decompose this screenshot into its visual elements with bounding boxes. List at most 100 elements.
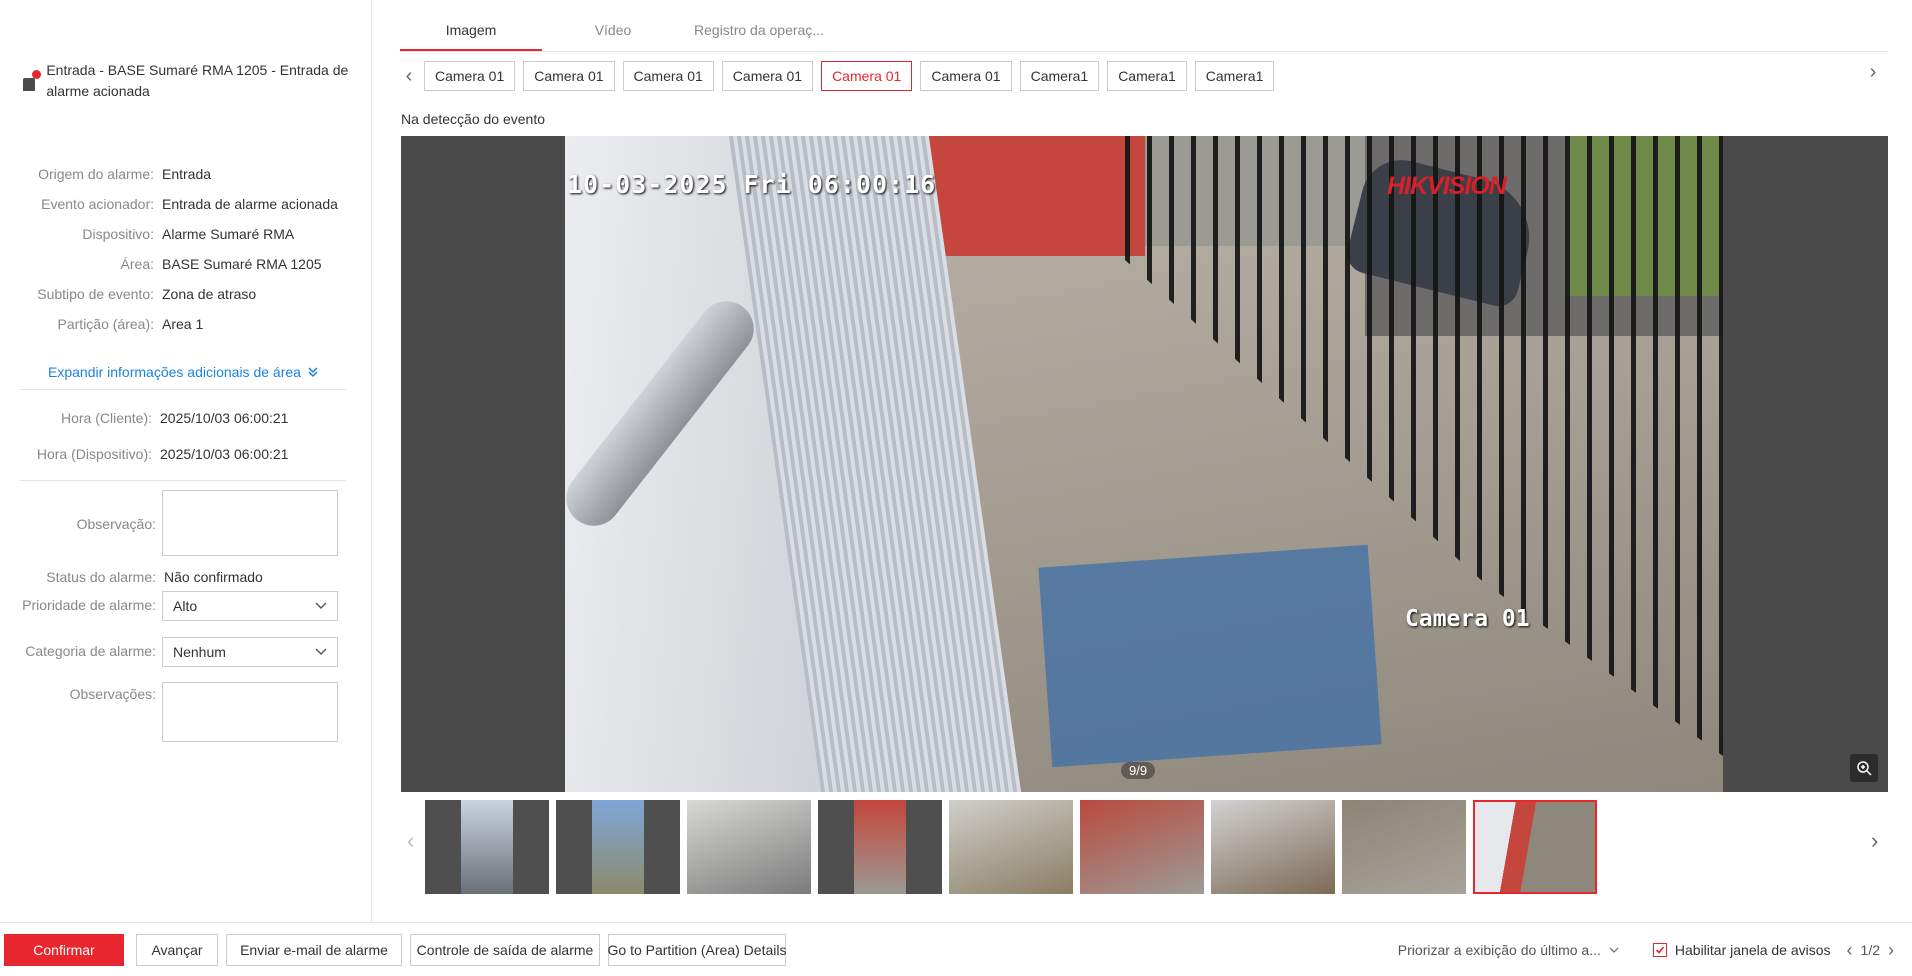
enable-popup-label: Habilitar janela de avisos xyxy=(1674,942,1831,958)
tab-video[interactable]: Vídeo xyxy=(542,14,684,51)
alarm-header: Entrada - BASE Sumaré RMA 1205 - Entrada… xyxy=(20,60,350,102)
priority-row: Prioridade de alarme: Alto xyxy=(0,591,372,621)
thumbnail[interactable] xyxy=(818,800,942,894)
content-tabs: Imagem Vídeo Registro da operaç... xyxy=(400,14,1888,52)
detail-value: Entrada xyxy=(162,166,212,182)
priority-value: Alto xyxy=(173,598,198,614)
detail-value: Alarme Sumaré RMA xyxy=(162,226,295,242)
detail-label: Partição (área): xyxy=(57,316,154,332)
image-viewer[interactable]: 10-03-2025 Fri 06:00:16 HIKVISION Camera… xyxy=(401,136,1888,792)
category-value: Nenhum xyxy=(173,644,226,660)
time-row-client: Hora (Cliente): 2025/10/03 06:00:21 xyxy=(0,409,372,427)
time-label: Hora (Dispositivo): xyxy=(36,446,152,462)
detail-row-partition: Partição (área): Area 1 xyxy=(0,315,372,333)
thumbnail[interactable] xyxy=(556,800,680,894)
partition-details-button[interactable]: Go to Partition (Area) Details xyxy=(608,933,786,966)
observation-row: Observação: xyxy=(0,490,372,556)
confirm-button[interactable]: Confirmar xyxy=(4,933,124,966)
chevron-down-icon xyxy=(1609,947,1619,953)
chevron-left-icon[interactable]: ‹ xyxy=(1847,940,1853,961)
detail-row-origin: Origem do alarme: Entrada xyxy=(0,165,372,183)
osd-timestamp: 10-03-2025 Fri 06:00:16 xyxy=(567,170,937,199)
action-bar: Confirmar Avançar Enviar e-mail de alarm… xyxy=(0,922,1912,976)
chevron-right-icon[interactable]: › xyxy=(1871,828,1878,854)
event-moment-label: Na detecção do evento xyxy=(401,111,545,127)
remarks-textarea[interactable] xyxy=(162,682,338,742)
send-email-button[interactable]: Enviar e-mail de alarme xyxy=(226,933,402,966)
camera-button[interactable]: Camera 01 xyxy=(622,61,714,91)
chevron-right-icon[interactable]: › xyxy=(1888,940,1894,961)
divider xyxy=(20,389,346,390)
zoom-in-icon[interactable] xyxy=(1850,754,1878,782)
expand-link-label: Expandir informações adicionais de área xyxy=(48,364,301,380)
observation-textarea[interactable] xyxy=(162,490,338,556)
divider xyxy=(20,480,346,481)
tab-operation-log[interactable]: Registro da operaç... xyxy=(684,14,834,51)
detail-value: Zona de atraso xyxy=(162,286,257,302)
time-value: 2025/10/03 06:00:21 xyxy=(160,410,289,426)
camera-button-selected[interactable]: Camera 01 xyxy=(821,61,913,91)
detail-label: Subtipo de evento: xyxy=(37,286,154,302)
osd-brand-logo: HIKVISION xyxy=(1387,172,1507,200)
bottom-right-controls: Priorizar a exibição do último a... Habi… xyxy=(1398,923,1894,976)
alarm-bell-icon xyxy=(20,70,41,92)
osd-camera-name: Camera 01 xyxy=(1405,606,1530,632)
camera-button[interactable]: Camera 01 xyxy=(523,61,615,91)
snapshot-image: 10-03-2025 Fri 06:00:16 HIKVISION Camera… xyxy=(565,136,1723,792)
thumbnail-strip: ‹ › xyxy=(401,798,1888,894)
detail-label: Evento acionador: xyxy=(41,196,154,212)
priority-display-label: Priorizar a exibição do último a... xyxy=(1397,942,1601,958)
detail-label: Área: xyxy=(120,256,154,272)
priority-label: Prioridade de alarme: xyxy=(22,597,156,613)
time-row-device: Hora (Dispositivo): 2025/10/03 06:00:21 xyxy=(0,445,372,463)
status-row: Status do alarme: Não confirmado xyxy=(0,569,372,585)
status-label: Status do alarme: xyxy=(46,569,156,585)
thumbnail[interactable] xyxy=(1080,800,1204,894)
thumbnail[interactable] xyxy=(425,800,549,894)
camera-button[interactable]: Camera 01 xyxy=(424,61,516,91)
remarks-row: Observações: xyxy=(0,682,372,742)
chevron-left-icon[interactable]: ‹ xyxy=(394,65,424,88)
remarks-label: Observações: xyxy=(69,686,156,702)
camera-button[interactable]: Camera 01 xyxy=(721,61,814,91)
enable-popup-checkbox[interactable] xyxy=(1652,943,1667,957)
thumbnail-selected[interactable] xyxy=(1473,800,1597,894)
camera-selector: ‹ Camera 01 Camera 01 Camera 01 Camera 0… xyxy=(400,61,1888,91)
category-select[interactable]: Nenhum xyxy=(162,637,338,667)
alarm-output-control-button[interactable]: Controle de saída de alarme xyxy=(410,933,600,966)
chevron-down-icon xyxy=(315,602,327,609)
category-label: Categoria de alarme: xyxy=(25,643,156,659)
time-label: Hora (Cliente): xyxy=(60,410,152,426)
pager: ‹ 1/2 › xyxy=(1847,940,1894,961)
expand-area-info-link[interactable]: Expandir informações adicionais de área xyxy=(48,364,319,380)
advance-button[interactable]: Avançar xyxy=(136,933,218,966)
category-row: Categoria de alarme: Nenhum xyxy=(0,637,372,667)
detail-label: Origem do alarme: xyxy=(38,166,154,182)
detail-label: Dispositivo: xyxy=(82,226,154,242)
detail-row-area: Área: BASE Sumaré RMA 1205 xyxy=(0,255,372,273)
priority-display-select[interactable]: Priorizar a exibição do último a... xyxy=(1398,942,1619,958)
thumbnail[interactable] xyxy=(1211,800,1335,894)
observation-label: Observação: xyxy=(76,516,156,532)
thumbnail[interactable] xyxy=(949,800,1073,894)
thumbnail[interactable] xyxy=(1342,800,1466,894)
status-value: Não confirmado xyxy=(164,569,263,585)
camera-button[interactable]: Camera1 xyxy=(1019,61,1100,91)
detail-value: Entrada de alarme acionada xyxy=(162,196,338,212)
alarm-title: Entrada - BASE Sumaré RMA 1205 - Entrada… xyxy=(46,62,349,99)
tab-image[interactable]: Imagem xyxy=(400,14,542,51)
detail-value: Area 1 xyxy=(162,316,204,332)
thumbnail[interactable] xyxy=(687,800,811,894)
detail-value: BASE Sumaré RMA 1205 xyxy=(162,256,322,272)
alarm-details-panel: Entrada - BASE Sumaré RMA 1205 - Entrada… xyxy=(0,0,372,922)
camera-button[interactable]: Camera1 xyxy=(1107,61,1187,91)
chevron-right-icon[interactable]: › xyxy=(1858,61,1888,84)
time-value: 2025/10/03 06:00:21 xyxy=(160,446,289,462)
chevron-left-icon[interactable]: ‹ xyxy=(407,828,414,854)
detail-row-subtype: Subtipo de evento: Zona de atraso xyxy=(0,285,372,303)
camera-button[interactable]: Camera 01 xyxy=(920,61,1012,91)
pager-value: 1/2 xyxy=(1860,942,1880,958)
priority-select[interactable]: Alto xyxy=(162,591,338,621)
image-page-indicator: 9/9 xyxy=(1121,762,1156,779)
camera-button[interactable]: Camera1 xyxy=(1194,61,1275,91)
